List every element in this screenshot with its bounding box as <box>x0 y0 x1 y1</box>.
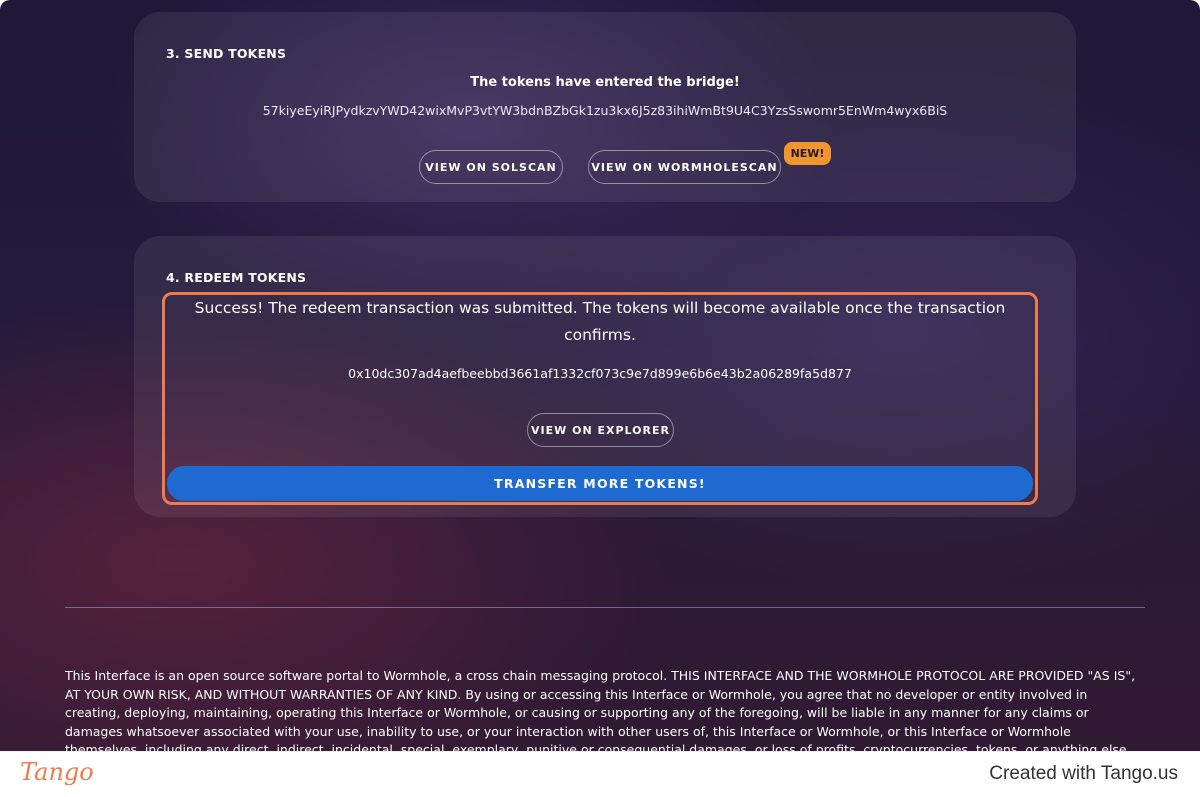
send-tokens-title: 3. SEND TOKENS <box>166 46 287 61</box>
redeem-transaction-hash: 0x10dc307ad4aefbeebbd3661af1332cf073c9e7… <box>348 366 852 381</box>
tango-footer: Tango Created with Tango.us <box>0 751 1200 797</box>
send-transaction-hash: 57kiyeEyiRJPydkzvYWD42wixMvP3vtYW3bdnBZb… <box>262 103 948 118</box>
bridge-status-message: The tokens have entered the bridge! <box>470 75 740 90</box>
disclaimer-text: This Interface is an open source softwar… <box>65 668 1136 751</box>
tango-logo: Tango <box>20 758 94 786</box>
view-on-wormholescan-button[interactable]: VIEW ON WORMHOLESCAN <box>588 150 781 184</box>
redeem-success-message: Success! The redeem transaction was subm… <box>194 299 1006 344</box>
created-with-text: Created with Tango.us <box>989 763 1178 784</box>
view-on-explorer-button[interactable]: VIEW ON EXPLORER <box>527 413 674 447</box>
app-viewport: 3. SEND TOKENS The tokens have entered t… <box>0 0 1200 751</box>
send-tokens-card: 3. SEND TOKENS The tokens have entered t… <box>134 12 1076 202</box>
view-on-solscan-button[interactable]: VIEW ON SOLSCAN <box>419 150 563 184</box>
footer-divider <box>65 607 1145 608</box>
new-badge: NEW! <box>784 142 831 165</box>
transfer-more-tokens-button[interactable]: TRANSFER MORE TOKENS! <box>167 466 1033 501</box>
redeem-tokens-title: 4. REDEEM TOKENS <box>166 270 307 285</box>
